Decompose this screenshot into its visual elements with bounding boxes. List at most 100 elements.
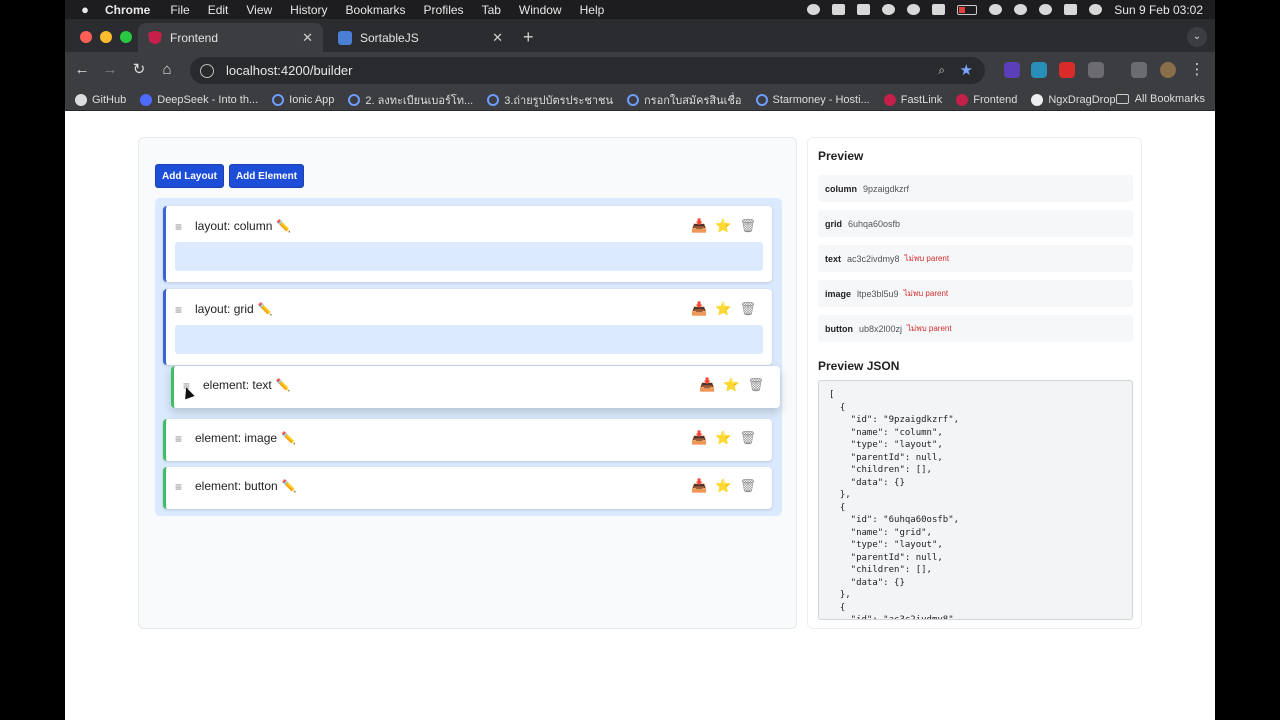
drag-handle-icon[interactable]: ≡ <box>175 432 182 446</box>
reload-icon[interactable]: ↻ <box>129 60 149 80</box>
profile-avatar-icon[interactable] <box>1160 62 1176 78</box>
bookmark-github[interactable]: GitHub <box>75 93 126 106</box>
back-icon[interactable]: ← <box>72 60 92 80</box>
extension-icon[interactable] <box>1031 62 1047 78</box>
move-into-icon[interactable]: 📥 <box>691 430 707 446</box>
tab-search-icon[interactable]: ⌄ <box>1187 27 1207 47</box>
clock[interactable]: Sun 9 Feb 03:02 <box>1114 3 1203 17</box>
menu-app-name[interactable]: Chrome <box>105 3 150 17</box>
menu-history[interactable]: History <box>290 3 327 17</box>
list-item-layout-grid[interactable]: ≡ layout: grid ✏️ 📥 ⭐ 🗑 <box>163 289 772 365</box>
bookmark-loan-application[interactable]: กรอกใบสมัครสินเชื่อ <box>627 91 742 109</box>
list-item-layout-column[interactable]: ≡ layout: column ✏️ 📥 ⭐ 🗑 <box>163 206 772 282</box>
trash-icon[interactable]: 🗑 <box>739 478 756 494</box>
menu-window[interactable]: Window <box>519 3 562 17</box>
edit-pencil-icon[interactable]: ✏️ <box>276 219 291 233</box>
move-into-icon[interactable]: 📥 <box>691 478 707 494</box>
site-info-icon[interactable] <box>200 63 214 78</box>
wifi-icon[interactable] <box>1014 4 1028 15</box>
sortable-list[interactable]: ≡ layout: column ✏️ 📥 ⭐ 🗑 ≡ layout: grid ✏… <box>155 198 782 516</box>
bookmark-id-card-photo[interactable]: 3.ถ่ายรูปบัตรประชาชน <box>487 91 613 109</box>
cloud-icon[interactable] <box>882 4 896 15</box>
tab-close-icon[interactable]: ✕ <box>492 30 503 46</box>
extensions-puzzle-icon[interactable] <box>1088 62 1104 78</box>
star-icon[interactable]: ⭐ <box>715 478 731 494</box>
sync-icon[interactable] <box>1131 62 1147 78</box>
trash-icon[interactable]: 🗑 <box>739 301 756 317</box>
menu-edit[interactable]: Edit <box>208 3 229 17</box>
volume-icon[interactable] <box>989 4 1003 15</box>
edit-pencil-icon[interactable]: ✏️ <box>281 431 296 445</box>
status-tray: Sun 9 Feb 03:02 <box>807 0 1203 19</box>
edit-pencil-icon[interactable]: ✏️ <box>258 302 273 316</box>
forward-icon[interactable]: → <box>100 60 120 80</box>
menu-bookmarks[interactable]: Bookmarks <box>346 3 406 17</box>
screen: ● Chrome File Edit View History Bookmark… <box>65 0 1215 720</box>
edit-pencil-icon[interactable]: ✏️ <box>276 378 291 392</box>
star-icon[interactable]: ⭐ <box>715 218 731 234</box>
fullscreen-window-icon[interactable] <box>120 31 132 43</box>
extension-icon[interactable] <box>1004 62 1020 78</box>
battery-icon[interactable] <box>957 4 978 15</box>
move-into-icon[interactable]: 📥 <box>699 377 715 393</box>
drag-handle-icon[interactable]: ≡ <box>175 480 182 494</box>
input-source-icon[interactable] <box>932 4 946 15</box>
menu-help[interactable]: Help <box>580 3 605 17</box>
bookmark-deepseek[interactable]: DeepSeek - Into th... <box>140 93 258 106</box>
bookmark-ionic-app[interactable]: Ionic App <box>272 93 334 106</box>
move-into-icon[interactable]: 📥 <box>691 301 707 317</box>
trash-icon[interactable]: 🗑 <box>747 377 764 393</box>
trash-icon[interactable]: 🗑 <box>739 430 756 446</box>
add-layout-button[interactable]: Add Layout <box>155 164 224 188</box>
children-dropzone[interactable] <box>175 325 763 354</box>
star-icon[interactable]: ⭐ <box>715 301 731 317</box>
zoom-icon[interactable]: ⌕ <box>938 63 945 78</box>
minimize-window-icon[interactable] <box>100 31 112 43</box>
record-icon[interactable] <box>807 4 821 15</box>
list-item-element-text[interactable]: ≡ element: text ✏️ 📥 ⭐ 🗑 <box>171 366 780 408</box>
page-content: Add Layout Add Element ≡ layout: column ✏… <box>65 117 1215 720</box>
chrome-menu-icon[interactable]: ⋮ <box>1187 60 1207 80</box>
extension-icon[interactable] <box>1059 62 1075 78</box>
bookmark-register-phone[interactable]: 2. ลงทะเบียนเบอร์โท... <box>348 91 473 109</box>
home-icon[interactable]: ⌂ <box>157 60 177 80</box>
play-icon[interactable] <box>907 4 921 15</box>
add-element-button[interactable]: Add Element <box>229 164 304 188</box>
extension-tray-icon[interactable] <box>832 4 846 15</box>
tab-sortablejs[interactable]: SortableJS ✕ <box>328 23 513 52</box>
item-title-text: layout: grid <box>195 302 254 316</box>
tab-frontend[interactable]: Frontend ✕ <box>138 23 323 52</box>
control-center-icon[interactable] <box>1064 4 1078 15</box>
clipboard-icon[interactable] <box>857 4 871 15</box>
bookmark-star-icon[interactable]: ★ <box>960 61 973 79</box>
menu-view[interactable]: View <box>246 3 272 17</box>
menu-profiles[interactable]: Profiles <box>424 3 464 17</box>
spotlight-search-icon[interactable] <box>1039 4 1053 15</box>
all-bookmarks[interactable]: All Bookmarks <box>1115 93 1205 105</box>
apple-icon[interactable]: ● <box>65 2 105 17</box>
tab-close-icon[interactable]: ✕ <box>302 30 313 46</box>
address-bar[interactable]: localhost:4200/builder ⌕ ★ <box>190 57 985 84</box>
siri-icon[interactable] <box>1089 4 1103 15</box>
bookmark-frontend[interactable]: Frontend <box>956 93 1017 106</box>
menu-tab[interactable]: Tab <box>482 3 501 17</box>
close-window-icon[interactable] <box>80 31 92 43</box>
drag-handle-icon[interactable]: ≡ <box>175 303 182 317</box>
children-dropzone[interactable] <box>175 242 763 271</box>
list-item-element-image[interactable]: ≡ element: image ✏️ 📥 ⭐ 🗑 <box>163 419 772 461</box>
bookmark-starmoney[interactable]: Starmoney - Hosti... <box>755 93 870 106</box>
trash-icon[interactable]: 🗑 <box>739 218 756 234</box>
bookmark-fastlink[interactable]: FastLink <box>883 93 942 106</box>
move-into-icon[interactable]: 📥 <box>691 218 707 234</box>
star-icon[interactable]: ⭐ <box>723 377 739 393</box>
edit-pencil-icon[interactable]: ✏️ <box>282 479 297 493</box>
new-tab-icon[interactable]: + <box>523 28 534 46</box>
bookmark-ngxdragdrop[interactable]: NgxDragDrop <box>1031 93 1116 106</box>
drag-handle-icon[interactable]: ≡ <box>175 220 182 234</box>
star-icon[interactable]: ⭐ <box>715 430 731 446</box>
url-text[interactable]: localhost:4200/builder <box>226 63 352 78</box>
list-item-element-button[interactable]: ≡ element: button ✏️ 📥 ⭐ 🗑 <box>163 467 772 509</box>
preview-panel: Preview column 9pzaigdkzrf grid 6uhqa60o… <box>807 137 1142 629</box>
menu-file[interactable]: File <box>170 3 189 17</box>
preview-json-box[interactable]: [ { "id": "9pzaigdkzrf", "name": "column… <box>818 380 1133 620</box>
